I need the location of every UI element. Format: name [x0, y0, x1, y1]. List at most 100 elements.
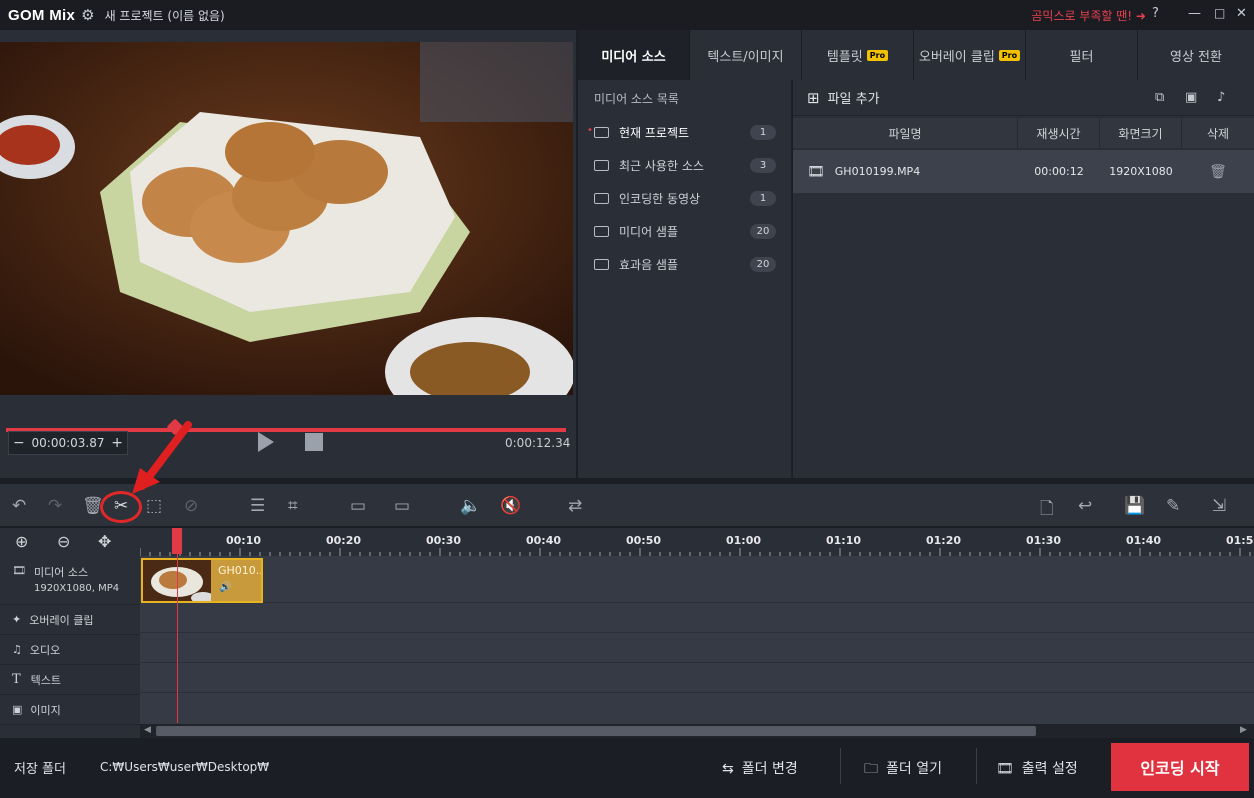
timeline-clip[interactable]: GH010... 🔊 — [141, 558, 263, 603]
crop-icon[interactable]: ⌗ — [288, 496, 298, 516]
source-item-encoded[interactable]: 인코딩한 동영상 1 — [578, 182, 791, 215]
track-label: 오디오 — [29, 643, 61, 657]
timeline-lanes[interactable] — [140, 556, 1254, 724]
source-item-recent[interactable]: 최근 사용한 소스 3 — [578, 149, 791, 182]
col-delete: 삭제 — [1206, 126, 1230, 141]
save-as-icon[interactable]: ✎ — [1166, 496, 1180, 516]
pro-badge: Pro — [998, 49, 1021, 61]
file-resolution: 1920X1080 — [1109, 165, 1173, 178]
source-item-label: 미디어 샘플 — [619, 225, 679, 239]
ruler-tick-label: 01:50 — [1226, 534, 1254, 547]
mute-icon[interactable]: 🔇 — [500, 496, 521, 516]
app-logo: GOM Mix — [8, 6, 76, 24]
lane-overlay[interactable] — [140, 603, 1254, 633]
col-filename: 파일명 — [793, 118, 1018, 148]
timeline-ruler[interactable]: 00:10 00:20 00:30 00:40 00:50 01:00 01:1… — [140, 528, 1254, 556]
lane-audio[interactable] — [140, 633, 1254, 663]
playhead-line[interactable] — [177, 528, 178, 723]
table-row[interactable]: 🎞 GH010199.MP4 00:00:12 1920X1080 🗑 — [793, 150, 1254, 193]
maximize-button[interactable]: □ — [1214, 6, 1225, 20]
tab-text-image[interactable]: 텍스트/이미지 — [690, 30, 802, 80]
col-resolution: 화면크기 — [1100, 118, 1182, 148]
tab-filter[interactable]: 필터 — [1026, 30, 1138, 80]
adjust-icon[interactable]: ☰ — [250, 496, 265, 516]
track-audio[interactable]: ♫ 오디오 — [0, 635, 140, 665]
count-badge: 20 — [750, 257, 776, 272]
time-stepper[interactable]: − 00:00:03.87 + — [8, 431, 128, 455]
swap-media-icon[interactable]: ⇄ — [568, 496, 582, 516]
scroll-right-icon[interactable]: ▶ — [1240, 725, 1247, 735]
timeline-scrollbar[interactable]: ◀ ▶ — [140, 724, 1254, 738]
source-list-panel: 미디어 소스 목록 • 현재 프로젝트 1 최근 사용한 소스 3 인코딩한 동… — [578, 80, 792, 478]
folder-open-icon — [594, 127, 609, 138]
filter-image-icon[interactable]: ▣ — [1185, 90, 1197, 105]
tab-template[interactable]: 템플릿 Pro — [802, 30, 914, 80]
source-item-current-project[interactable]: • 현재 프로젝트 1 — [578, 116, 791, 149]
undo-icon[interactable]: ↶ — [12, 496, 26, 516]
lane-media[interactable] — [140, 556, 1254, 603]
time-minus-button[interactable]: − — [13, 435, 25, 451]
ruler-tick-label: 00:40 — [526, 534, 562, 547]
ruler-tick-label: 00:10 — [226, 534, 262, 547]
image-before-icon[interactable]: ▭ — [350, 496, 366, 516]
output-settings-button[interactable]: 🎞 출력 설정 — [996, 758, 1078, 778]
folder-icon — [594, 160, 609, 171]
redo-icon[interactable]: ↷ — [48, 496, 62, 516]
track-overlay-clip[interactable]: ✦ 오버레이 클립 — [0, 605, 140, 635]
volume-icon[interactable]: 🔈 — [460, 496, 481, 516]
export-icon[interactable]: ⇲ — [1212, 496, 1226, 516]
time-plus-button[interactable]: + — [111, 435, 123, 451]
scroll-left-icon[interactable]: ◀ — [144, 725, 151, 735]
filter-audio-icon[interactable]: ♪ — [1217, 90, 1225, 105]
divider — [976, 748, 977, 784]
zoom-out-icon[interactable]: ⊖ — [57, 532, 70, 551]
promo-link[interactable]: 곰믹스로 부족할 땐! ➜ — [1031, 7, 1146, 24]
annotation-arrow-icon — [132, 421, 192, 494]
track-media-source[interactable]: 🎞 미디어 소스 1920X1080, MP4 — [0, 558, 140, 605]
lane-image[interactable] — [140, 693, 1254, 724]
close-button[interactable]: ✕ — [1236, 6, 1247, 21]
minimize-button[interactable]: — — [1188, 6, 1201, 21]
source-item-sfx-samples[interactable]: 효과음 샘플 20 — [578, 248, 791, 281]
tab-media-source[interactable]: 미디어 소스 — [578, 30, 690, 80]
current-dot: • — [587, 125, 593, 136]
lane-text[interactable] — [140, 663, 1254, 693]
help-icon[interactable]: ? — [1152, 6, 1159, 21]
zoom-in-icon[interactable]: ⊕ — [15, 532, 28, 551]
add-file-button[interactable]: ⊞ 파일 추가 ⧉ ▣ ♪ — [793, 80, 1254, 116]
film-icon: 🎞 — [807, 163, 825, 180]
ruler-tick-label: 01:20 — [926, 534, 962, 547]
file-duration: 00:00:12 — [1034, 165, 1084, 178]
filter-video-icon[interactable]: ⧉ — [1155, 90, 1164, 105]
track-label: 미디어 소스 — [33, 566, 89, 579]
source-item-label: 효과음 샘플 — [619, 258, 679, 272]
trash-icon[interactable]: 🗑 — [1182, 150, 1254, 193]
save-icon[interactable]: 💾 — [1124, 496, 1145, 516]
select-area-icon[interactable]: ⬚ — [146, 496, 162, 516]
source-item-media-samples[interactable]: 미디어 샘플 20 — [578, 215, 791, 248]
save-folder-label: 저장 폴더 — [14, 762, 66, 777]
open-project-icon[interactable]: ↩ — [1078, 496, 1092, 516]
stop-icon[interactable] — [305, 433, 323, 451]
film-icon: 🎞 — [12, 564, 26, 577]
gear-icon[interactable]: ⚙ — [81, 6, 94, 24]
track-image[interactable]: ▣ 이미지 — [0, 695, 140, 725]
split-icon[interactable]: ⊘ — [184, 496, 198, 516]
change-folder-button[interactable]: ⇆ 폴더 변경 — [722, 758, 798, 778]
open-folder-button[interactable]: 🗀 폴더 열기 — [864, 758, 942, 782]
tab-overlay-clip[interactable]: 오버레이 클립 Pro — [914, 30, 1026, 80]
new-project-icon[interactable]: 🗋 — [1040, 496, 1054, 525]
file-table-header: 파일명 재생시간 화면크기 삭제 — [793, 118, 1254, 148]
track-label: 이미지 — [30, 703, 61, 717]
fit-timeline-icon[interactable]: ✥ — [98, 532, 111, 551]
scroll-thumb[interactable] — [156, 726, 1036, 736]
tab-transition[interactable]: 영상 전환 — [1138, 30, 1254, 80]
count-badge: 20 — [750, 224, 776, 239]
play-icon[interactable] — [258, 432, 274, 452]
track-text[interactable]: T 텍스트 — [0, 665, 140, 695]
encode-start-button[interactable]: 인코딩 시작 — [1111, 743, 1249, 791]
ruler-tick-label: 01:00 — [726, 534, 762, 547]
video-preview[interactable] — [0, 42, 573, 395]
image-after-icon[interactable]: ▭ — [394, 496, 410, 516]
count-badge: 1 — [750, 191, 776, 206]
